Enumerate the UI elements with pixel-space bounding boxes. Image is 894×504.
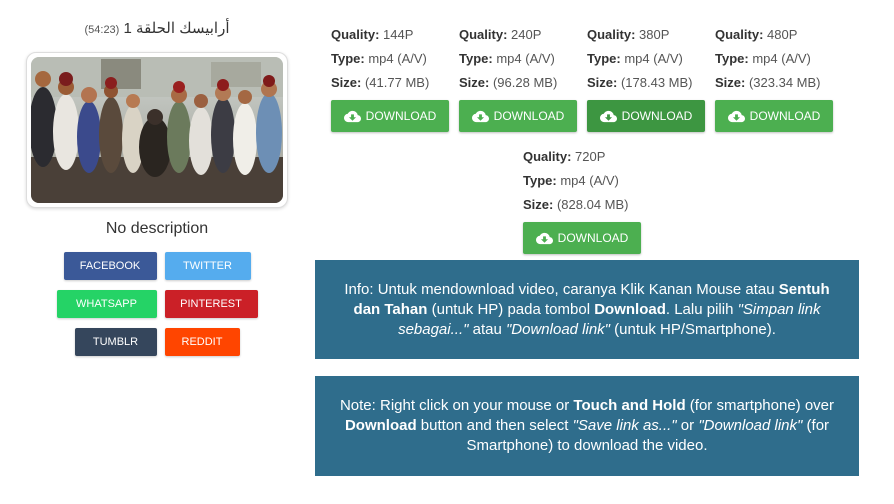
note-italic-part: "Save link as...": [572, 417, 677, 434]
download-button-label: DOWNLOAD: [493, 109, 565, 123]
info-text-part: . Lalu pilih: [665, 300, 738, 318]
size-value: (178.43 MB): [620, 75, 693, 90]
type-value: mp4 (A/V): [560, 173, 619, 188]
download-button-label: DOWNLOAD: [749, 109, 821, 123]
type-value: mp4 (A/V): [368, 51, 427, 66]
type-label: Type:: [715, 51, 749, 66]
share-tumblr-button[interactable]: TUMBLR: [74, 328, 157, 356]
size-label: Size:: [459, 75, 490, 90]
download-button-label: DOWNLOAD: [365, 109, 437, 123]
info-text-part: Untuk mendownload video, caranya Klik Ka…: [373, 280, 779, 298]
video-thumbnail[interactable]: [31, 57, 283, 203]
note-text: Note: Right click on your mouse or Touch…: [329, 396, 845, 456]
type-value: mp4 (A/V): [624, 51, 683, 66]
info-text-part: (untuk HP/Smartphone).: [610, 320, 776, 338]
quality-label: Quality:: [331, 27, 380, 42]
note-text-part: (for smartphone) over: [685, 397, 835, 414]
note-label: Note:: [339, 397, 376, 414]
quality-value: 380P: [639, 27, 670, 42]
type-label: Type:: [587, 51, 621, 66]
size-value: (96.28 MB): [492, 75, 558, 90]
type-label: Type:: [459, 51, 493, 66]
size-value: (323.34 MB): [748, 75, 821, 90]
quality-option-240p: Quality: 240P Type: mp4 (A/V) Size: (96.…: [459, 23, 589, 132]
share-whatsapp-button[interactable]: WHATSAPP: [56, 290, 157, 318]
note-text-part: or: [676, 417, 699, 434]
size-value: (41.77 MB): [364, 75, 430, 90]
video-description: No description: [105, 220, 209, 237]
share-twitter-button[interactable]: TWITTER: [164, 252, 251, 280]
info-bold-part: Download: [594, 300, 666, 318]
note-bold-part: Touch and Hold: [573, 397, 686, 414]
download-button-480p[interactable]: DOWNLOAD: [715, 100, 833, 132]
quality-label: Quality:: [587, 27, 636, 42]
download-button-720p[interactable]: DOWNLOAD: [523, 222, 641, 254]
cloud-download-icon: [535, 232, 553, 244]
note-italic-part: "Download link": [698, 417, 803, 434]
info-box: Info: Untuk mendownload video, caranya K…: [315, 260, 859, 359]
quality-grid: Quality: 144P Type: mp4 (A/V) Size: (41.…: [315, 0, 860, 256]
download-panel: Quality: 144P Type: mp4 (A/V) Size: (41.…: [315, 0, 860, 476]
share-reddit-button[interactable]: REDDIT: [164, 328, 240, 356]
info-text: Info: Untuk mendownload video, caranya K…: [329, 280, 845, 340]
video-panel: (54:23) أرابيسك الحلقة 1 No description …: [18, 0, 296, 356]
share-facebook-button[interactable]: FACEBOOK: [63, 252, 157, 280]
share-row-2: WHATSAPP PINTEREST: [18, 290, 296, 318]
share-row-1: FACEBOOK TWITTER: [18, 252, 296, 280]
share-row-3: TUMBLR REDDIT: [18, 328, 296, 356]
quality-option-720p: Quality: 720P Type: mp4 (A/V) Size: (828…: [523, 145, 653, 254]
quality-option-144p: Quality: 144P Type: mp4 (A/V) Size: (41.…: [331, 23, 461, 132]
size-label: Size:: [715, 75, 746, 90]
info-text-part: atau: [468, 320, 506, 338]
video-thumbnail-frame[interactable]: [26, 52, 288, 208]
type-label: Type:: [523, 173, 557, 188]
download-button-label: DOWNLOAD: [621, 109, 693, 123]
video-title: أرابيسك الحلقة 1: [123, 20, 230, 37]
size-label: Size:: [587, 75, 618, 90]
download-button-144p[interactable]: DOWNLOAD: [331, 100, 449, 132]
note-bold-part: Download: [344, 417, 417, 434]
video-duration: (54:23): [84, 24, 120, 36]
type-label: Type:: [331, 51, 365, 66]
size-label: Size:: [523, 197, 554, 212]
type-value: mp4 (A/V): [496, 51, 555, 66]
info-label: Info:: [344, 280, 374, 298]
download-button-240p[interactable]: DOWNLOAD: [459, 100, 577, 132]
quality-value: 480P: [767, 27, 798, 42]
note-text-part: Right click on your mouse or: [375, 397, 574, 414]
type-value: mp4 (A/V): [752, 51, 811, 66]
quality-value: 720P: [575, 149, 606, 164]
quality-label: Quality:: [523, 149, 572, 164]
size-label: Size:: [331, 75, 362, 90]
note-text-part: button and then select: [416, 417, 573, 434]
cloud-download-icon: [471, 110, 489, 122]
video-title-row: (54:23) أرابيسك الحلقة 1: [18, 18, 296, 40]
quality-option-480p: Quality: 480P Type: mp4 (A/V) Size: (323…: [715, 23, 845, 132]
cloud-download-icon: [727, 110, 745, 122]
cloud-download-icon: [599, 110, 617, 122]
quality-label: Quality:: [459, 27, 508, 42]
size-value: (828.04 MB): [556, 197, 629, 212]
cloud-download-icon: [343, 110, 361, 122]
note-box: Note: Right click on your mouse or Touch…: [315, 376, 859, 476]
info-text-part: (untuk HP) pada tombol: [427, 300, 595, 318]
quality-label: Quality:: [715, 27, 764, 42]
video-thumbnail-image: [31, 57, 283, 203]
info-italic-part: "Download link": [505, 320, 611, 338]
download-button-380p[interactable]: DOWNLOAD: [587, 100, 705, 132]
quality-value: 144P: [383, 27, 414, 42]
share-pinterest-button[interactable]: PINTEREST: [164, 290, 258, 318]
download-button-label: DOWNLOAD: [557, 231, 629, 245]
quality-option-380p: Quality: 380P Type: mp4 (A/V) Size: (178…: [587, 23, 717, 132]
quality-value: 240P: [511, 27, 542, 42]
